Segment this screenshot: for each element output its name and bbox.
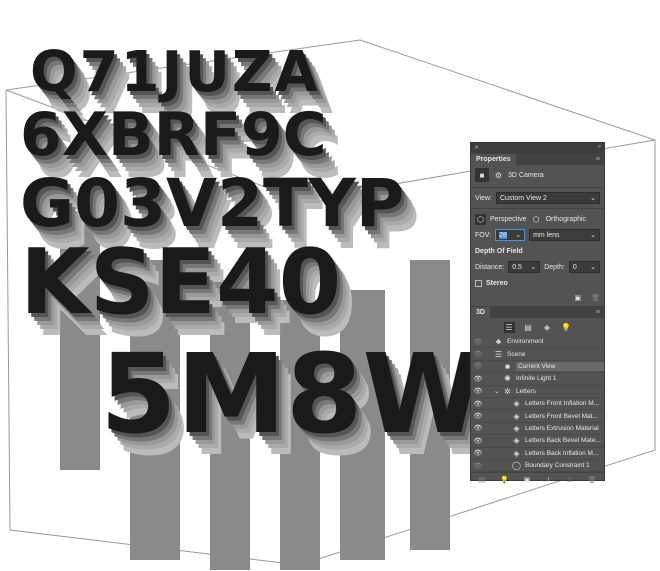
- visibility-eye-icon[interactable]: 👁: [471, 362, 485, 370]
- tree-item-label: Letters Extrusion Material: [525, 424, 599, 432]
- tree-item-label: Scene: [507, 350, 526, 358]
- chevron-down-icon[interactable]: ⌄: [515, 231, 521, 239]
- delete-icon[interactable]: 🗑: [588, 476, 597, 484]
- visibility-eye-icon[interactable]: 👁: [471, 400, 485, 408]
- light-icon: ✺: [504, 374, 511, 384]
- render-icon[interactable]: ▣: [524, 476, 531, 484]
- add-light-icon[interactable]: 💡: [500, 476, 509, 484]
- add-mesh-icon[interactable]: ▤: [478, 476, 485, 484]
- chevron-down-icon[interactable]: ⌄: [530, 263, 536, 271]
- properties-panel: ✕ » Properties ≡ ■ ⚙ 3D Camera View: Custo…: [470, 142, 605, 484]
- visibility-eye-icon[interactable]: 👁: [471, 449, 485, 457]
- tree-item[interactable]: 👁 ◈ Letters Front Bevel Mat...: [471, 410, 604, 423]
- stereo-label: Stereo: [486, 279, 508, 287]
- material-icon: ◈: [513, 411, 520, 421]
- visibility-eye-icon[interactable]: 👁: [471, 437, 485, 445]
- visibility-eye-icon[interactable]: 👁: [471, 412, 485, 420]
- meshes-filter-icon[interactable]: ▤: [523, 322, 534, 333]
- panel-menu-icon[interactable]: ≡: [592, 156, 604, 165]
- tree-item-label: Boundary Constraint 1: [525, 462, 590, 470]
- visibility-eye-icon[interactable]: 👁: [471, 375, 485, 383]
- depth-label: Depth:: [544, 263, 565, 271]
- chevron-down-icon: ⌄: [590, 195, 596, 202]
- material-icon: ◈: [513, 423, 520, 433]
- visibility-eye-icon[interactable]: 👁: [471, 338, 485, 346]
- whole-scene-filter-icon[interactable]: ☰: [503, 321, 515, 333]
- tree-item[interactable]: 👁 ☰ Scene: [471, 348, 604, 361]
- fov-input[interactable]: 28 ⌄: [495, 229, 526, 241]
- collapse-icon[interactable]: ✕: [474, 144, 479, 152]
- tree-item[interactable]: 👁 ◈ Letters Back Bevel Mate...: [471, 435, 604, 448]
- visibility-eye-icon[interactable]: 👁: [471, 350, 485, 358]
- distance-value: 0.5: [512, 263, 522, 271]
- chevron-down-icon[interactable]: ⌄: [494, 387, 502, 395]
- letter-row-4: KSE40: [20, 230, 342, 335]
- fov-label: FOV:: [475, 231, 492, 239]
- material-icon: ◈: [513, 448, 520, 458]
- visibility-eye-icon[interactable]: 👁: [471, 462, 485, 470]
- tab-3d[interactable]: 3D: [471, 307, 490, 318]
- tree-item[interactable]: 👁 ♣ Environment: [471, 336, 604, 349]
- view-select[interactable]: Custom View 2 ⌄: [496, 192, 600, 204]
- drop-to-plane-icon[interactable]: ⊥: [545, 476, 551, 484]
- view-label: View:: [475, 194, 492, 202]
- tree-item[interactable]: 👁 ⌄ ✲ Letters: [471, 386, 604, 398]
- perspective-option[interactable]: Perspective: [490, 216, 527, 223]
- visibility-eye-icon[interactable]: 👁: [471, 424, 485, 432]
- tree-item[interactable]: 👁 ◯ Boundary Constraint 1: [471, 460, 604, 473]
- tree-item-label: Current View: [516, 361, 604, 371]
- depth-value: 0: [572, 263, 577, 271]
- split-icon[interactable]: ⊥: [567, 476, 573, 484]
- material-icon: ◈: [513, 399, 520, 409]
- orthographic-option[interactable]: Orthographic: [546, 216, 586, 223]
- lens-unit-select[interactable]: mm lens ⌄: [529, 229, 600, 241]
- lens-unit-value: mm lens: [533, 231, 560, 239]
- expand-icon[interactable]: »: [598, 144, 601, 152]
- panel-title: 3D Camera: [508, 171, 544, 179]
- materials-filter-icon[interactable]: ◈: [542, 322, 553, 333]
- tab-properties[interactable]: Properties: [471, 154, 516, 165]
- tree-item-label: Letters Front Inflation M...: [525, 400, 600, 408]
- view-value: Custom View 2: [500, 194, 547, 202]
- tree-item-label: Infinite Light 1: [516, 375, 557, 383]
- letter-row-2: 6XBRF9C: [20, 100, 327, 170]
- letter-row-1: Q71JUZA: [30, 40, 320, 105]
- tree-item[interactable]: 👁 ◈ Letters Extrusion Material: [471, 423, 604, 436]
- tree-item[interactable]: 👁 ◈ Letters Front Inflation M...: [471, 398, 604, 411]
- scene-tree: 👁 ♣ Environment 👁 ☰ Scene 👁 ■ Current View 👁 ✺ Infi…: [471, 336, 604, 473]
- camera-icon: ■: [505, 361, 510, 371]
- perspective-icon[interactable]: ⬡: [475, 213, 486, 225]
- mesh-icon: ✲: [504, 386, 511, 396]
- tree-item[interactable]: 👁 ✺ Infinite Light 1: [471, 373, 604, 386]
- tree-item-label: Letters Back Bevel Mate...: [525, 437, 601, 445]
- coordinates-icon[interactable]: ⚙: [493, 170, 504, 181]
- stereo-checkbox[interactable]: [475, 279, 482, 287]
- panel-menu-icon[interactable]: ≡: [592, 309, 604, 318]
- tree-item-label: Environment: [507, 338, 544, 346]
- chevron-down-icon: ⌄: [590, 232, 596, 239]
- tree-item-label: Letters Front Bevel Mat...: [525, 412, 598, 420]
- environment-icon: ♣: [495, 337, 502, 347]
- delete-icon[interactable]: 🗑: [591, 294, 600, 302]
- distance-label: Distance:: [475, 263, 505, 271]
- tree-item[interactable]: 👁 ■ Current View: [471, 361, 604, 374]
- tree-item-label: Letters: [516, 387, 536, 395]
- orthographic-icon[interactable]: ⬡: [531, 214, 542, 225]
- distance-input[interactable]: 0.5 ⌄: [508, 261, 541, 273]
- lights-filter-icon[interactable]: 💡: [561, 322, 572, 333]
- depth-input[interactable]: 0 ⌄: [568, 261, 600, 273]
- render-icon[interactable]: ▣: [574, 294, 581, 302]
- camera-icon[interactable]: ■: [475, 168, 489, 182]
- visibility-eye-icon[interactable]: 👁: [471, 387, 485, 395]
- material-icon: ◈: [513, 436, 520, 446]
- fov-value: 28: [499, 231, 507, 239]
- scene-icon: ☰: [494, 349, 503, 359]
- chevron-down-icon[interactable]: ⌄: [590, 263, 596, 271]
- tree-item[interactable]: 👁 ◈ Letters Back Inflation M...: [471, 448, 604, 460]
- tree-item-label: Letters Back Inflation M...: [525, 449, 599, 457]
- constraint-icon: ◯: [512, 461, 521, 471]
- dof-heading: Depth Of Field: [475, 247, 523, 255]
